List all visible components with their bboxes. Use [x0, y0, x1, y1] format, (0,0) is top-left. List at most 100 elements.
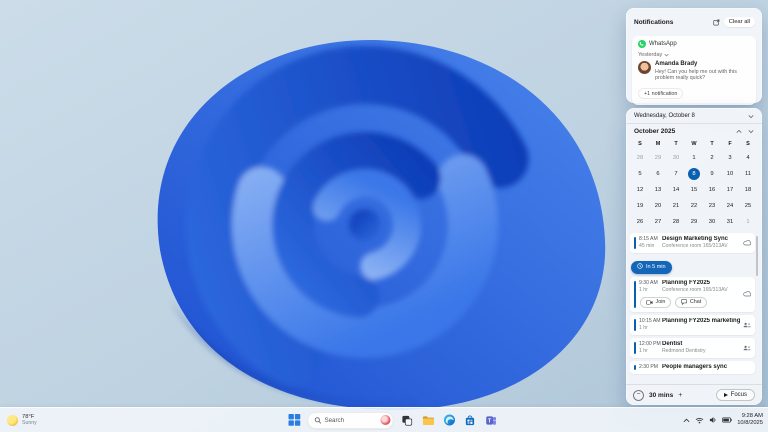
event-duration: 1 hr [639, 347, 648, 354]
calendar-day[interactable]: 31 [721, 214, 739, 230]
event-card[interactable]: 8:15 AM 45 min Design Marketing Sync Confer… [630, 233, 755, 253]
calendar-day[interactable]: 27 [649, 214, 667, 230]
calendar-day[interactable]: 26 [631, 214, 649, 230]
events-scrollbar[interactable] [756, 236, 758, 276]
calendar-day[interactable]: 6 [649, 166, 667, 182]
microsoft-store-button[interactable] [462, 413, 477, 428]
event-card[interactable]: 9:30 AM 1 hr Planning FY2025 Conference roo… [630, 276, 755, 312]
system-tray: 9:28 AM 10/8/2025 [683, 408, 763, 432]
calendar-footer: − 30 mins + Focus [626, 384, 762, 405]
battery-icon[interactable] [722, 417, 733, 423]
calendar-grid: 28 29 30 1 2 3 4 5 6 7 8 9 10 11 12 13 14 15 16 17 18 19 20 21 2… [626, 150, 762, 230]
event-card[interactable]: 2:30 PM People managers sync [630, 360, 755, 374]
calendar-day[interactable]: 28 [631, 150, 649, 166]
calendar-day[interactable]: 1 [685, 150, 703, 166]
notification-card[interactable]: WhatsApp Yesterday Amanda Brady Hey! Can… [632, 36, 756, 105]
increase-duration-button[interactable]: + [678, 392, 682, 399]
calendar-day[interactable]: 9 [703, 166, 721, 182]
file-explorer-button[interactable] [420, 413, 435, 428]
notification-group-label[interactable]: Yesterday [638, 52, 750, 58]
whatsapp-icon [638, 40, 646, 48]
teams-button[interactable]: T [483, 413, 498, 428]
calendar-day[interactable]: 22 [685, 198, 703, 214]
calendar-day[interactable]: 30 [703, 214, 721, 230]
clear-all-button[interactable]: Clear all [723, 17, 755, 27]
prev-month-icon[interactable] [736, 129, 742, 134]
calendar-day[interactable]: 12 [631, 182, 649, 198]
event-time: 9:30 AM 1 hr [639, 279, 658, 293]
calendar-day[interactable]: 29 [649, 150, 667, 166]
wifi-icon[interactable] [695, 417, 704, 424]
calendar-day[interactable]: 2 [703, 150, 721, 166]
calendar-day[interactable]: 24 [721, 198, 739, 214]
reminder-pill[interactable]: In 5 min [631, 260, 672, 274]
event-location: Redmond Dentistry [662, 347, 706, 354]
calendar-day[interactable]: 30 [667, 150, 685, 166]
event-location: Conference room 165/313AV [662, 286, 728, 293]
search-box[interactable]: Search [307, 411, 394, 429]
search-highlight-image [380, 415, 391, 425]
chat-button[interactable]: Chat [675, 296, 708, 308]
event-title: Planning FY2025 marketing [662, 317, 741, 324]
task-view-button[interactable] [399, 413, 414, 428]
clock[interactable]: 9:28 AM 10/8/2025 [737, 413, 763, 427]
tray-time: 9:28 AM [741, 413, 763, 419]
event-card[interactable]: 10:15 AM 1 hr Planning FY2025 marketing [630, 314, 755, 335]
calendar-day[interactable]: 29 [685, 214, 703, 230]
collapse-calendar-icon[interactable] [748, 114, 754, 119]
notifications-header: Notifications Clear all [626, 8, 762, 34]
calendar-day[interactable]: 13 [649, 182, 667, 198]
calendar-day[interactable]: 16 [703, 182, 721, 198]
calendar-day[interactable]: 23 [703, 198, 721, 214]
search-placeholder: Search [324, 416, 345, 424]
selected-day[interactable]: 8 [688, 168, 700, 180]
calendar-day[interactable]: 4 [739, 150, 757, 166]
weekday-label: F [728, 141, 732, 147]
calendar-day[interactable]: 1 [739, 214, 757, 230]
calendar-day[interactable]: 7 [667, 166, 685, 182]
calendar-day[interactable]: 20 [649, 198, 667, 214]
calendar-day[interactable]: 10 [721, 166, 739, 182]
decrease-duration-button[interactable]: − [633, 389, 644, 401]
focus-button[interactable]: Focus [715, 389, 755, 401]
event-duration: 45 min [639, 243, 655, 249]
more-notifications-button[interactable]: +1 notification [638, 88, 684, 100]
notification-text: Hey! Can you help me out with this probl… [655, 69, 737, 82]
cloud-icon [743, 291, 751, 297]
calendar-date-header[interactable]: Wednesday, October 8 [626, 108, 762, 124]
calendar-day[interactable]: 8 [685, 166, 703, 182]
widgets-button[interactable]: 78°F Sunny [7, 408, 37, 432]
edge-button[interactable] [441, 413, 456, 428]
calendar-day[interactable]: 11 [739, 166, 757, 182]
event-time: 2:30 PM [639, 363, 658, 370]
calendar-day[interactable]: 25 [739, 198, 757, 214]
event-location: Conference room 165/313AV [662, 243, 728, 249]
event-duration: 1 hr [639, 286, 648, 293]
calendar-day[interactable]: 28 [667, 214, 685, 230]
event-card[interactable]: 12:00 PM 1 hr Dentist Redmond Dentistry [630, 337, 755, 358]
notification-message[interactable]: Amanda Brady Hey! Can you help me out wi… [638, 61, 750, 82]
start-button[interactable] [286, 413, 301, 428]
people-icon [743, 322, 751, 328]
event-time: 10:15 AM 1 hr [639, 317, 661, 331]
next-month-icon[interactable] [748, 129, 754, 134]
calendar-day[interactable]: 21 [667, 198, 685, 214]
calendar-day[interactable]: 17 [721, 182, 739, 198]
notification-settings-icon[interactable] [713, 13, 720, 31]
notification-center: Notifications Clear all WhatsApp Yesterd… [626, 8, 762, 105]
calendar-day[interactable]: 15 [685, 182, 703, 198]
weekday-label: T [710, 141, 714, 147]
calendar-day[interactable]: 19 [631, 198, 649, 214]
join-button[interactable]: Join [640, 296, 672, 308]
volume-icon[interactable] [709, 416, 717, 424]
calendar-day[interactable]: 18 [739, 182, 757, 198]
focus-duration-label[interactable]: 30 mins [649, 392, 673, 399]
calendar-day[interactable]: 3 [721, 150, 739, 166]
calendar-month-row: October 2025 [626, 124, 762, 136]
notification-sender: Amanda Brady [655, 61, 698, 67]
calendar-day[interactable]: 5 [631, 166, 649, 182]
event-time: 12:00 PM 1 hr [639, 340, 661, 354]
avatar [638, 61, 651, 74]
calendar-day[interactable]: 14 [667, 182, 685, 198]
tray-chevron-up-icon[interactable] [683, 418, 690, 423]
